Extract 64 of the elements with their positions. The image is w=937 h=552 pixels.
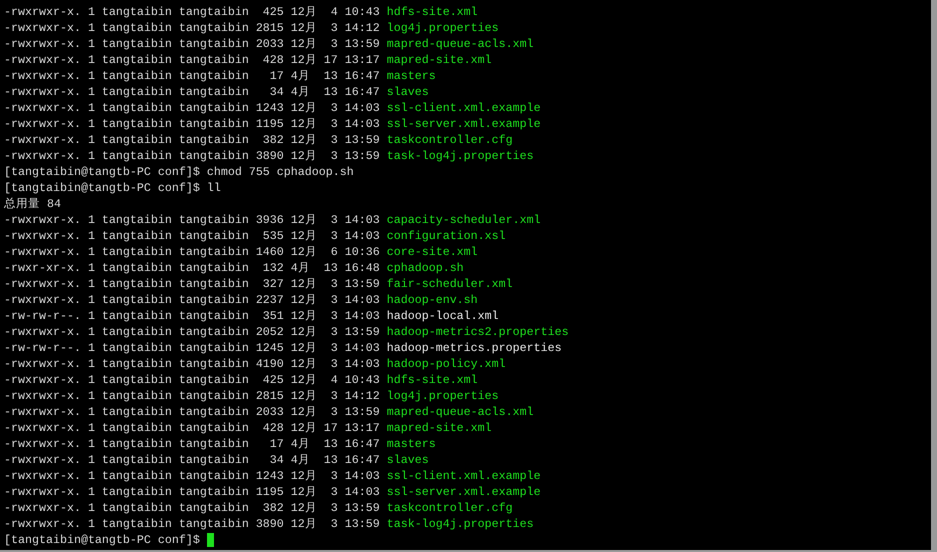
file-details: -rwxr-xr-x. 1 tangtaibin tangtaibin 132 4月 13 16:48 [4,260,381,276]
file-details: -rwxrwxr-x. 1 tangtaibin tangtaibin 2815 12月 3 14:12 [4,20,381,36]
file-details: -rwxrwxr-x. 1 tangtaibin tangtaibin 428 12月 17 13:17 [4,52,381,68]
file-details: -rwxrwxr-x. 1 tangtaibin tangtaibin 327 12月 3 13:59 [4,276,381,292]
file-name: slaves [386,452,429,468]
file-name: log4j.properties [386,20,499,36]
file-name: hadoop-env.sh [386,292,478,308]
file-name: masters [386,436,436,452]
file-details: -rwxrwxr-x. 1 tangtaibin tangtaibin 3890 12月 3 13:59 [4,516,381,532]
file-name: mapred-queue-acls.xml [386,404,534,420]
file-name: configuration.xsl [386,228,506,244]
file-name: hadoop-metrics2.properties [386,324,569,340]
file-details: -rwxrwxr-x. 1 tangtaibin tangtaibin 1195 12月 3 14:03 [4,116,381,132]
file-details: -rwxrwxr-x. 1 tangtaibin tangtaibin 1460 12月 6 10:36 [4,244,381,260]
file-details: -rwxrwxr-x. 1 tangtaibin tangtaibin 2815 12月 3 14:12 [4,388,381,404]
file-name: hdfs-site.xml [386,4,478,20]
file-details: -rwxrwxr-x. 1 tangtaibin tangtaibin 17 4月 13 16:47 [4,436,381,452]
file-details: -rwxrwxr-x. 1 tangtaibin tangtaibin 2033 12月 3 13:59 [4,404,381,420]
command-line: [tangtaibin@tangtb-PC conf]$ ll [4,180,221,196]
file-details: -rwxrwxr-x. 1 tangtaibin tangtaibin 428 12月 17 13:17 [4,420,381,436]
file-name: mapred-queue-acls.xml [386,36,534,52]
file-name: ssl-server.xml.example [386,116,541,132]
file-name: mapred-site.xml [386,52,492,68]
file-name: task-log4j.properties [386,148,534,164]
file-details: -rwxrwxr-x. 1 tangtaibin tangtaibin 34 4月 13 16:47 [4,452,381,468]
file-name: fair-scheduler.xml [386,276,513,292]
file-details: -rwxrwxr-x. 1 tangtaibin tangtaibin 4190 12月 3 14:03 [4,356,381,372]
file-details: -rwxrwxr-x. 1 tangtaibin tangtaibin 1195 12月 3 14:03 [4,484,381,500]
file-details: -rwxrwxr-x. 1 tangtaibin tangtaibin 2052 12月 3 13:59 [4,324,381,340]
file-name: capacity-scheduler.xml [386,212,541,228]
file-details: -rwxrwxr-x. 1 tangtaibin tangtaibin 2033 12月 3 13:59 [4,36,381,52]
file-name: mapred-site.xml [386,420,492,436]
output-text: 总用量 84 [4,196,61,212]
file-details: -rwxrwxr-x. 1 tangtaibin tangtaibin 535 12月 3 14:03 [4,228,381,244]
file-details: -rwxrwxr-x. 1 tangtaibin tangtaibin 3936 12月 3 14:03 [4,212,381,228]
file-details: -rwxrwxr-x. 1 tangtaibin tangtaibin 34 4月 13 16:47 [4,84,381,100]
file-details: -rwxrwxr-x. 1 tangtaibin tangtaibin 2237 12月 3 14:03 [4,292,381,308]
file-name: masters [386,68,436,84]
file-details: -rwxrwxr-x. 1 tangtaibin tangtaibin 382 12月 3 13:59 [4,132,381,148]
file-details: -rwxrwxr-x. 1 tangtaibin tangtaibin 17 4月 13 16:47 [4,68,381,84]
file-name: ssl-server.xml.example [386,484,541,500]
command-line: [tangtaibin@tangtb-PC conf]$ chmod 755 cphadoop.sh [4,164,354,180]
file-details: -rwxrwxr-x. 1 tangtaibin tangtaibin 1243 12月 3 14:03 [4,100,381,116]
file-details: -rwxrwxr-x. 1 tangtaibin tangtaibin 425 12月 4 10:43 [4,372,381,388]
file-details: -rwxrwxr-x. 1 tangtaibin tangtaibin 382 12月 3 13:59 [4,500,381,516]
file-name: log4j.properties [386,388,499,404]
file-name: core-site.xml [386,244,478,260]
file-name: hdfs-site.xml [386,372,478,388]
file-details: -rw-rw-r--. 1 tangtaibin tangtaibin 1245 12月 3 14:03 [4,340,381,356]
file-details: -rwxrwxr-x. 1 tangtaibin tangtaibin 1243 12月 3 14:03 [4,468,381,484]
file-name: taskcontroller.cfg [386,500,513,516]
file-name: task-log4j.properties [386,516,534,532]
file-details: -rw-rw-r--. 1 tangtaibin tangtaibin 351 12月 3 14:03 [4,308,381,324]
file-name: slaves [386,84,429,100]
file-details: -rwxrwxr-x. 1 tangtaibin tangtaibin 425 12月 4 10:43 [4,4,381,20]
file-name: ssl-client.xml.example [386,468,541,484]
file-name: hadoop-policy.xml [386,356,506,372]
file-name: hadoop-local.xml [386,308,499,324]
file-name: taskcontroller.cfg [386,132,513,148]
file-name: cphadoop.sh [386,260,464,276]
file-name: ssl-client.xml.example [386,100,541,116]
file-details: -rwxrwxr-x. 1 tangtaibin tangtaibin 3890 12月 3 13:59 [4,148,381,164]
file-name: hadoop-metrics.properties [386,340,562,356]
command-line: [tangtaibin@tangtb-PC conf]$ [4,532,200,548]
